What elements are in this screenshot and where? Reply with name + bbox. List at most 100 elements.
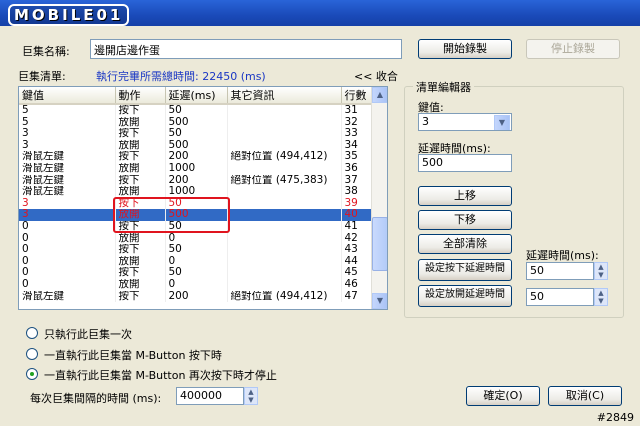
table-cell <box>227 139 342 152</box>
interval-input[interactable]: 400000 <box>176 387 244 405</box>
spin-up-icon[interactable]: ▲ <box>595 263 607 271</box>
table-cell: 5 <box>19 104 116 117</box>
clear-all-button[interactable]: 全部清除 <box>418 234 512 254</box>
column-header-info[interactable]: 其它資訊 <box>227 87 342 105</box>
table-cell: 40 <box>341 209 372 221</box>
spin-down-icon[interactable]: ▼ <box>595 271 607 279</box>
release-delay-input[interactable]: 50 <box>526 288 594 306</box>
table-cell: 200 <box>165 174 228 187</box>
column-header-delay[interactable]: 延遲(ms) <box>165 87 228 105</box>
table-row[interactable]: 0 放開 0 42 <box>19 232 372 245</box>
table-cell <box>227 267 342 279</box>
table-row[interactable]: 5 按下 50 31 <box>19 104 372 117</box>
table-cell: 滑鼠左鍵 <box>19 174 116 187</box>
macro-name-input[interactable]: 邊開店邊作蛋 <box>90 39 402 59</box>
scroll-up-arrow-icon[interactable]: ▲ <box>372 87 387 103</box>
table-row[interactable]: 滑鼠左鍵 按下 200 絕對位置 (494,412) 47 <box>19 290 372 303</box>
column-header-line[interactable]: 行數 <box>341 87 372 105</box>
table-cell: 38 <box>341 186 372 198</box>
start-record-button[interactable]: 開始錄製 <box>418 39 512 59</box>
ok-button[interactable]: 確定(O) <box>466 386 540 406</box>
table-row[interactable]: 5 放開 500 32 <box>19 116 372 129</box>
move-up-button[interactable]: 上移 <box>418 186 512 206</box>
spin-up-icon[interactable]: ▲ <box>595 289 607 297</box>
column-header-action[interactable]: 動作 <box>115 87 166 105</box>
table-cell: 0 <box>19 255 116 268</box>
radio-run-once[interactable] <box>26 327 38 339</box>
table-cell: 50 <box>165 128 228 140</box>
watermark-text: #2849 <box>596 411 634 424</box>
table-row[interactable]: 0 按下 50 43 <box>19 244 372 256</box>
radio-run-until-pressed-again[interactable] <box>26 368 38 380</box>
table-row[interactable]: 0 按下 50 45 <box>19 267 372 279</box>
table-cell <box>227 116 342 129</box>
table-row[interactable]: 滑鼠左鍵 按下 200 絕對位置 (494,412) 35 <box>19 151 372 163</box>
total-time-text: 執行完畢所需總時間: 22450 (ms) <box>96 70 266 83</box>
table-cell: 3 <box>19 209 116 221</box>
interval-stepper[interactable]: ▲ ▼ <box>244 387 258 405</box>
table-row[interactable]: 滑鼠左鍵 放開 1000 36 <box>19 162 372 175</box>
chevron-down-icon[interactable]: ▼ <box>494 115 510 130</box>
table-cell: 放開 <box>115 255 166 268</box>
table-cell: 42 <box>341 232 372 245</box>
list-scrollbar[interactable]: ▲ ▼ <box>371 87 387 309</box>
press-delay-stepper[interactable]: ▲ ▼ <box>594 262 608 280</box>
table-cell <box>227 128 342 140</box>
delay-time-input[interactable]: 500 <box>418 154 512 172</box>
radio-run-while-pressed[interactable] <box>26 348 38 360</box>
table-cell: 0 <box>19 220 116 233</box>
press-delay-input[interactable]: 50 <box>526 262 594 280</box>
table-cell: 1000 <box>165 186 228 198</box>
key-value-select[interactable]: 3 ▼ <box>418 113 512 131</box>
run-until-pressed-again-label: 一直執行此巨集當 M-Button 再次按下時才停止 <box>44 369 277 382</box>
table-row[interactable]: 3 按下 50 33 <box>19 128 372 140</box>
table-cell: 滑鼠左鍵 <box>19 290 116 303</box>
table-cell: 200 <box>165 290 228 303</box>
table-cell: 絕對位置 (494,412) <box>227 290 342 303</box>
table-cell: 500 <box>165 139 228 152</box>
spin-down-icon[interactable]: ▼ <box>595 297 607 305</box>
table-cell: 35 <box>341 151 372 163</box>
table-cell: 50 <box>165 267 228 279</box>
set-press-delay-button[interactable]: 設定按下延遲時間 <box>418 259 512 281</box>
stop-record-button[interactable]: 停止錄製 <box>526 39 620 59</box>
collapse-link[interactable]: << 收合 <box>354 68 398 84</box>
table-row[interactable]: 0 放開 0 44 <box>19 255 372 268</box>
table-cell: 放開 <box>115 162 166 175</box>
table-cell: 50 <box>165 244 228 256</box>
table-row[interactable]: 滑鼠左鍵 放開 1000 38 <box>19 186 372 198</box>
table-cell: 放開 <box>115 278 166 291</box>
spin-down-icon[interactable]: ▼ <box>245 396 257 404</box>
set-release-delay-button[interactable]: 設定放開延遲時間 <box>418 285 512 307</box>
run-once-label: 只執行此巨集一次 <box>44 328 132 341</box>
table-header-row: 鍵值 動作 延遲(ms) 其它資訊 行數 <box>19 87 372 105</box>
table-cell: 50 <box>165 104 228 117</box>
table-row[interactable]: 3 放開 500 34 <box>19 139 372 152</box>
table-cell <box>227 255 342 268</box>
cancel-button[interactable]: 取消(C) <box>548 386 622 406</box>
table-cell: 絕對位置 (475,383) <box>227 174 342 187</box>
table-cell: 0 <box>19 244 116 256</box>
release-delay-stepper[interactable]: ▲ ▼ <box>594 288 608 306</box>
table-cell <box>227 220 342 233</box>
table-cell: 按下 <box>115 174 166 187</box>
table-row[interactable]: 滑鼠左鍵 按下 200 絕對位置 (475,383) 37 <box>19 174 372 187</box>
table-cell: 按下 <box>115 104 166 117</box>
table-cell <box>227 104 342 117</box>
table-cell <box>227 209 342 221</box>
table-cell: 0 <box>19 267 116 279</box>
scroll-thumb[interactable] <box>372 217 387 271</box>
table-cell: 按下 <box>115 151 166 163</box>
table-cell: 3 <box>19 197 116 210</box>
table-cell: 200 <box>165 151 228 163</box>
column-header-key[interactable]: 鍵值 <box>19 87 116 105</box>
table-cell: 3 <box>19 139 116 152</box>
table-row[interactable]: 0 放開 0 46 <box>19 278 372 291</box>
table-cell <box>227 162 342 175</box>
scroll-down-arrow-icon[interactable]: ▼ <box>372 293 387 309</box>
spin-up-icon[interactable]: ▲ <box>245 388 257 396</box>
table-cell: 47 <box>341 290 372 303</box>
move-down-button[interactable]: 下移 <box>418 210 512 230</box>
table-cell: 放開 <box>115 139 166 152</box>
macro-editor-window: MOBILE01 巨集名稱: 邊開店邊作蛋 開始錄製 停止錄製 巨集清單: 執行… <box>0 0 640 426</box>
